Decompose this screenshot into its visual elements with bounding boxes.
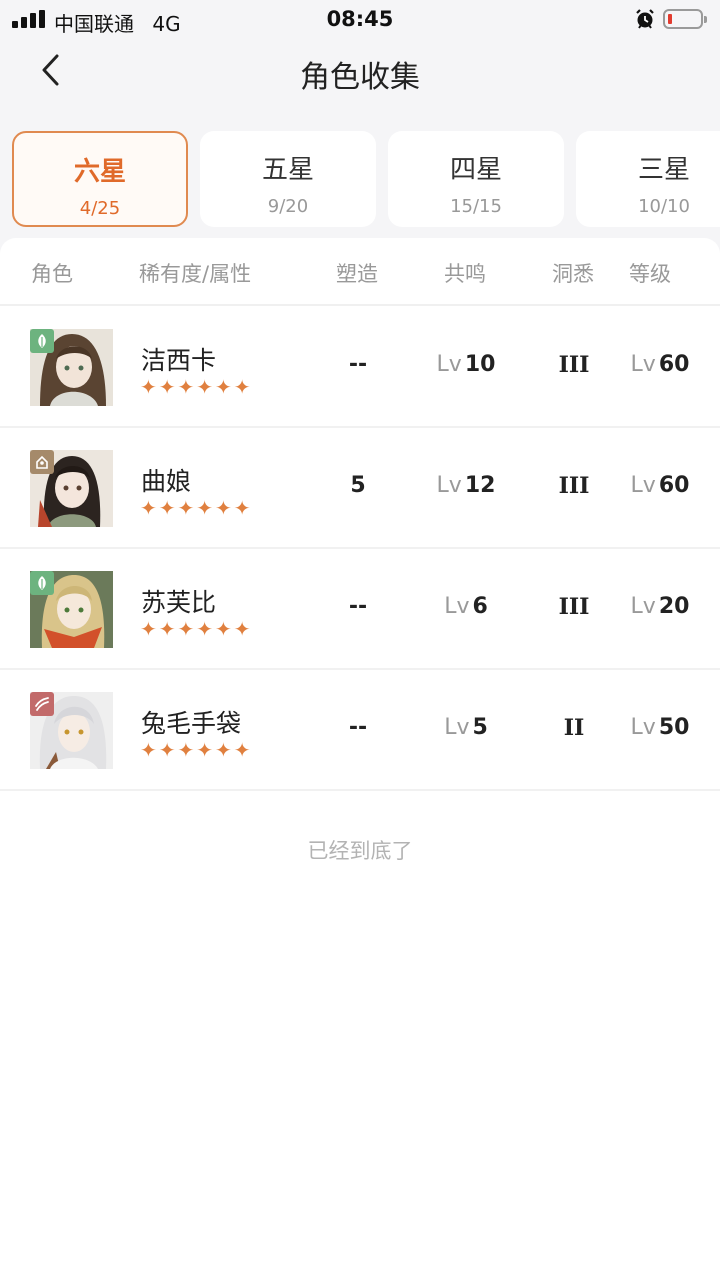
table-row[interactable]: 苏芙比 ✦✦✦✦✦✦ -- Lv 6 III Lv 20 (0, 549, 720, 670)
header-insight: 洞悉 (552, 262, 594, 286)
mold-value: -- (348, 715, 368, 740)
character-name: 苏芙比 (141, 588, 217, 617)
tab-label: 三星 (637, 155, 690, 185)
header-rarity-attribute: 稀有度/属性 (139, 262, 252, 286)
level-number: 20 (658, 594, 690, 619)
mold-value: -- (348, 594, 368, 619)
level-number: 60 (658, 352, 690, 377)
lv-prefix: Lv (444, 594, 470, 619)
resonance-value: Lv 5 (420, 715, 512, 740)
status-time: 08:45 (326, 7, 394, 31)
tab-label: 五星 (261, 155, 314, 185)
lv-prefix: Lv (630, 352, 656, 377)
character-name: 洁西卡 (141, 346, 217, 375)
insight-value: III (558, 352, 590, 378)
mold-value: 5 (350, 473, 366, 498)
level-value: Lv 50 (620, 715, 700, 740)
rarity-tabs: 六星 4/25 五星 9/20 四星 15/15 三星 10/10 (12, 131, 720, 227)
level-value: Lv 20 (620, 594, 700, 619)
character-name: 兔毛手袋 (141, 709, 242, 738)
resonance-number: 6 (472, 594, 488, 619)
status-bar: 中国联通 4G 08:45 (0, 0, 720, 40)
level-value: Lv 60 (620, 473, 700, 498)
leaf-icon (30, 571, 54, 595)
tab-count: 4/25 (79, 198, 121, 219)
lv-prefix: Lv (444, 715, 470, 740)
table-row[interactable]: 曲娘 ✦✦✦✦✦✦ 5 Lv 12 III Lv 60 (0, 428, 720, 549)
lv-prefix: Lv (630, 594, 656, 619)
lv-prefix: Lv (630, 715, 656, 740)
mold-value: -- (348, 352, 368, 377)
resonance-number: 5 (472, 715, 488, 740)
leaf-icon (30, 329, 54, 353)
insight-value: III (558, 473, 590, 499)
star-rating: ✦✦✦✦✦✦ (140, 496, 253, 520)
claw-icon (30, 692, 54, 716)
table-row[interactable]: 洁西卡 ✦✦✦✦✦✦ -- Lv 10 III Lv 60 (0, 307, 720, 428)
insight-value: III (558, 594, 590, 620)
tab-label: 四星 (449, 155, 502, 185)
resonance-number: 10 (464, 352, 496, 377)
tab-count: 9/20 (267, 196, 309, 217)
table-row[interactable]: 兔毛手袋 ✦✦✦✦✦✦ -- Lv 5 II Lv 50 (0, 670, 720, 791)
tab-label: 六星 (73, 157, 126, 187)
tab-five-star[interactable]: 五星 9/20 (200, 131, 376, 227)
level-value: Lv 60 (620, 352, 700, 377)
header-level: 等级 (629, 262, 671, 286)
tab-count: 15/15 (450, 196, 502, 217)
battery-icon (663, 9, 707, 29)
tab-count: 10/10 (638, 196, 690, 217)
header-mold: 塑造 (336, 262, 378, 286)
star-rating: ✦✦✦✦✦✦ (140, 375, 253, 399)
star-rating: ✦✦✦✦✦✦ (140, 617, 253, 641)
level-number: 50 (658, 715, 690, 740)
insight-value: II (563, 715, 585, 741)
lv-prefix: Lv (630, 473, 656, 498)
header-resonance: 共鸣 (444, 262, 486, 286)
alarm-icon (636, 9, 654, 29)
level-number: 60 (658, 473, 690, 498)
star-rating: ✦✦✦✦✦✦ (140, 738, 253, 762)
resonance-number: 12 (464, 473, 496, 498)
tab-four-star[interactable]: 四星 15/15 (388, 131, 564, 227)
resonance-value: Lv 6 (420, 594, 512, 619)
tab-three-star[interactable]: 三星 10/10 (576, 131, 720, 227)
end-of-list-note: 已经到底了 (307, 839, 413, 863)
table-header: 角色 稀有度/属性 塑造 共鸣 洞悉 等级 (0, 238, 720, 306)
hand-icon (30, 450, 54, 474)
resonance-value: Lv 12 (420, 473, 512, 498)
character-name: 曲娘 (141, 467, 192, 496)
page-title: 角色收集 (300, 60, 420, 95)
lv-prefix: Lv (436, 473, 462, 498)
tab-six-star[interactable]: 六星 4/25 (12, 131, 188, 227)
header-character: 角色 (31, 262, 73, 286)
lv-prefix: Lv (436, 352, 462, 377)
resonance-value: Lv 10 (420, 352, 512, 377)
character-table: 角色 稀有度/属性 塑造 共鸣 洞悉 等级 洁西卡 ✦✦✦✦✦✦ -- Lv 10… (0, 238, 720, 1281)
nav-bar: 角色收集 (0, 40, 720, 100)
